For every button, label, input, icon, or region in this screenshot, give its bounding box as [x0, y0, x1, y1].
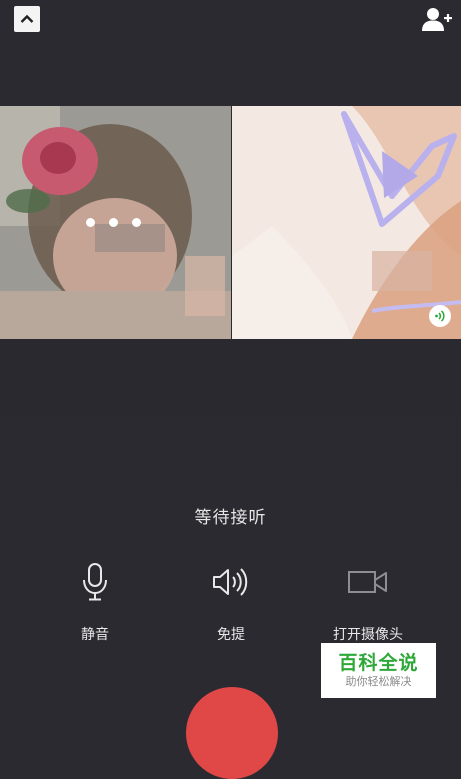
watermark-subtitle: 助你轻松解决 [345, 674, 412, 688]
participant-tiles [0, 106, 461, 339]
chevron-up-icon [20, 14, 34, 23]
open-camera-button[interactable]: 打开摄像头 [313, 562, 423, 644]
participant-tile-left[interactable] [0, 106, 231, 339]
hangup-button[interactable] [186, 687, 278, 779]
microphone-icon [80, 562, 110, 602]
mute-button[interactable]: 静音 [40, 562, 150, 644]
speaker-icon [212, 562, 250, 602]
mute-label: 静音 [81, 627, 109, 643]
speaker-button[interactable]: 免提 [176, 562, 286, 644]
add-member-button[interactable] [421, 6, 453, 32]
add-user-icon [422, 8, 452, 31]
speaker-label: 免提 [217, 627, 245, 643]
collapse-button[interactable] [14, 6, 40, 32]
open-camera-label: 打开摄像头 [333, 627, 403, 643]
connecting-dot [132, 218, 141, 227]
call-controls: 静音 免提 打开摄像头 [0, 562, 461, 652]
video-camera-icon [347, 562, 389, 602]
connecting-indicator [86, 218, 141, 227]
connecting-dot [86, 218, 95, 227]
participant-video-right [232, 106, 461, 339]
watermark-title: 百科全说 [338, 651, 419, 674]
watermark: 百科全说 助你轻松解决 [321, 643, 436, 698]
signal-wave-icon [429, 305, 451, 327]
connecting-dot [109, 218, 118, 227]
participant-tile-right[interactable] [232, 106, 461, 339]
call-status-text: 等待接听 [194, 508, 267, 528]
